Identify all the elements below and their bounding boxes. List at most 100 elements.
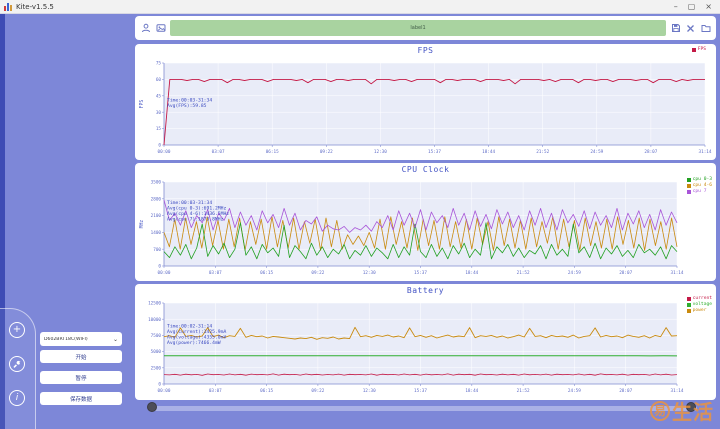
legend-item: current [686, 296, 712, 301]
svg-text:31:14: 31:14 [671, 388, 684, 394]
svg-text:30: 30 [156, 110, 162, 116]
svg-text:09:22: 09:22 [320, 149, 333, 155]
pause-button[interactable]: 暂停 [40, 371, 122, 384]
svg-text:12500: 12500 [148, 301, 161, 307]
close-button[interactable]: × [705, 2, 712, 12]
window-title: Kite-v1.5.5 [16, 2, 54, 11]
image-icon[interactable] [155, 23, 166, 34]
svg-text:0: 0 [158, 382, 161, 388]
legend-item: cpu 7 [686, 189, 712, 194]
legend-label: power [692, 308, 707, 313]
svg-text:Time:00:03-31:34: Time:00:03-31:34 [167, 98, 212, 104]
legend-swatch [686, 302, 691, 307]
svg-text:Avg(voltage):4355.0mV: Avg(voltage):4355.0mV [167, 335, 226, 341]
legend-swatch [686, 189, 691, 194]
svg-text:Avg(FPS):59.85: Avg(FPS):59.85 [167, 103, 207, 109]
battery-legend: current voltage power [686, 296, 712, 313]
svg-text:60: 60 [156, 77, 162, 83]
fps-chart-plot: 0 15 30 45 60 75 00:00 03:07 06:15 09:22 12:30 15:3… [139, 61, 712, 155]
legend-label: cpu 0-3 [692, 177, 712, 182]
info-icon: i [15, 392, 19, 403]
sidebar: + i D602BRT18C(WIFI) ⌄ 开始 暂停 保存数据 [0, 14, 133, 429]
save-data-button[interactable]: 保存数据 [40, 392, 122, 405]
fps-legend: FPS [691, 47, 706, 52]
legend-item: FPS [691, 47, 706, 52]
svg-text:15:37: 15:37 [414, 388, 427, 394]
settings-button[interactable] [9, 356, 25, 372]
legend-item: cpu 0-3 [686, 177, 712, 182]
folder-icon[interactable] [700, 23, 711, 34]
close-x-icon[interactable] [685, 23, 696, 34]
legend-label: current [692, 296, 712, 301]
top-toolbar: label1 [135, 16, 716, 40]
legend-label: FPS [697, 47, 706, 52]
svg-text:28:07: 28:07 [644, 149, 657, 155]
svg-text:Avg(cpu 4-6):1436.5MHz: Avg(cpu 4-6):1436.5MHz [167, 211, 229, 217]
legend-swatch [686, 183, 691, 188]
svg-text:15:37: 15:37 [428, 149, 441, 155]
svg-text:Avg(cpu 7):1873.8MHz: Avg(cpu 7):1873.8MHz [167, 217, 224, 223]
svg-text:Avg(power):7466.4mW: Avg(power):7466.4mW [167, 340, 221, 346]
device-select[interactable]: D602BRT18C(WIFI) ⌄ [40, 332, 122, 346]
svg-text:21:52: 21:52 [517, 270, 530, 276]
svg-text:2100: 2100 [151, 213, 162, 219]
legend-swatch [686, 308, 691, 313]
save-icon[interactable] [670, 23, 681, 34]
legend-item: voltage [686, 302, 712, 307]
svg-text:Avg(cpu 0-3):691.2MHz: Avg(cpu 0-3):691.2MHz [167, 205, 226, 211]
device-select-value: D602BRT18C(WIFI) [44, 336, 88, 342]
legend-item: cpu 4-6 [686, 183, 712, 188]
svg-text:75: 75 [156, 61, 162, 67]
battery-chart-title: Battery [406, 286, 445, 295]
cpu-chart-plot: 0 700 1400 2100 2800 3500 00:00 03:07 06:15 09:22… [139, 180, 684, 276]
chevron-down-icon: ⌄ [112, 335, 118, 343]
svg-text:12:30: 12:30 [363, 388, 376, 394]
legend-swatch [686, 296, 691, 301]
info-button[interactable]: i [9, 390, 25, 406]
svg-text:0: 0 [158, 264, 161, 270]
svg-text:00:00: 00:00 [158, 149, 171, 155]
svg-text:06:15: 06:15 [260, 270, 273, 276]
plus-icon: + [12, 324, 22, 335]
timeline-scrollbar-track[interactable] [150, 406, 697, 411]
svg-text:03:07: 03:07 [209, 270, 222, 276]
fps-chart-card: FPS FPS 0 15 30 45 60 75 00:00 03:07 06:15 09:22 1… [135, 44, 716, 160]
scrollbar-right-handle[interactable] [686, 402, 696, 412]
scrollbar-left-handle[interactable] [147, 402, 157, 412]
svg-text:06:15: 06:15 [266, 149, 279, 155]
svg-text:10000: 10000 [148, 317, 161, 323]
add-button[interactable]: + [9, 322, 25, 338]
svg-text:06:15: 06:15 [260, 388, 273, 394]
session-label-bar[interactable]: label1 [170, 20, 666, 36]
svg-text:3500: 3500 [151, 180, 162, 186]
svg-text:24:59: 24:59 [568, 388, 581, 394]
svg-text:03:07: 03:07 [209, 388, 222, 394]
fps-chart-title: FPS [417, 46, 434, 55]
svg-text:09:22: 09:22 [311, 270, 324, 276]
svg-text:FPS: FPS [139, 100, 145, 109]
svg-text:15: 15 [156, 126, 162, 132]
svg-text:5000: 5000 [151, 349, 162, 355]
battery-chart-plot: 0 2500 5000 7500 10000 12500 00:00 03:07 06:15 09… [148, 301, 684, 394]
svg-text:24:59: 24:59 [568, 270, 581, 276]
svg-text:1400: 1400 [151, 230, 162, 236]
session-label: label1 [410, 25, 426, 31]
svg-text:12:30: 12:30 [363, 270, 376, 276]
svg-text:00:00: 00:00 [158, 270, 171, 276]
svg-text:Time:00:03-31:34: Time:00:03-31:34 [167, 200, 212, 206]
app-icon [4, 2, 12, 11]
window-titlebar: Kite-v1.5.5 – ▢ × [0, 0, 720, 14]
start-button[interactable]: 开始 [40, 350, 122, 363]
maximize-button[interactable]: ▢ [688, 2, 696, 12]
app-window: Kite-v1.5.5 – ▢ × + i D602BRT18C(WIFI) ⌄… [0, 0, 720, 429]
svg-text:03:07: 03:07 [212, 149, 225, 155]
svg-text:2500: 2500 [151, 365, 162, 371]
cpu-legend: cpu 0-3 cpu 4-6 cpu 7 [686, 177, 712, 194]
user-icon[interactable] [140, 23, 151, 34]
cpu-chart-title: CPU Clock [401, 165, 450, 174]
legend-label: cpu 4-6 [692, 183, 712, 188]
svg-text:45: 45 [156, 93, 162, 99]
svg-text:18:44: 18:44 [482, 149, 495, 155]
minimize-button[interactable]: – [674, 2, 678, 12]
svg-text:31:14: 31:14 [699, 149, 712, 155]
